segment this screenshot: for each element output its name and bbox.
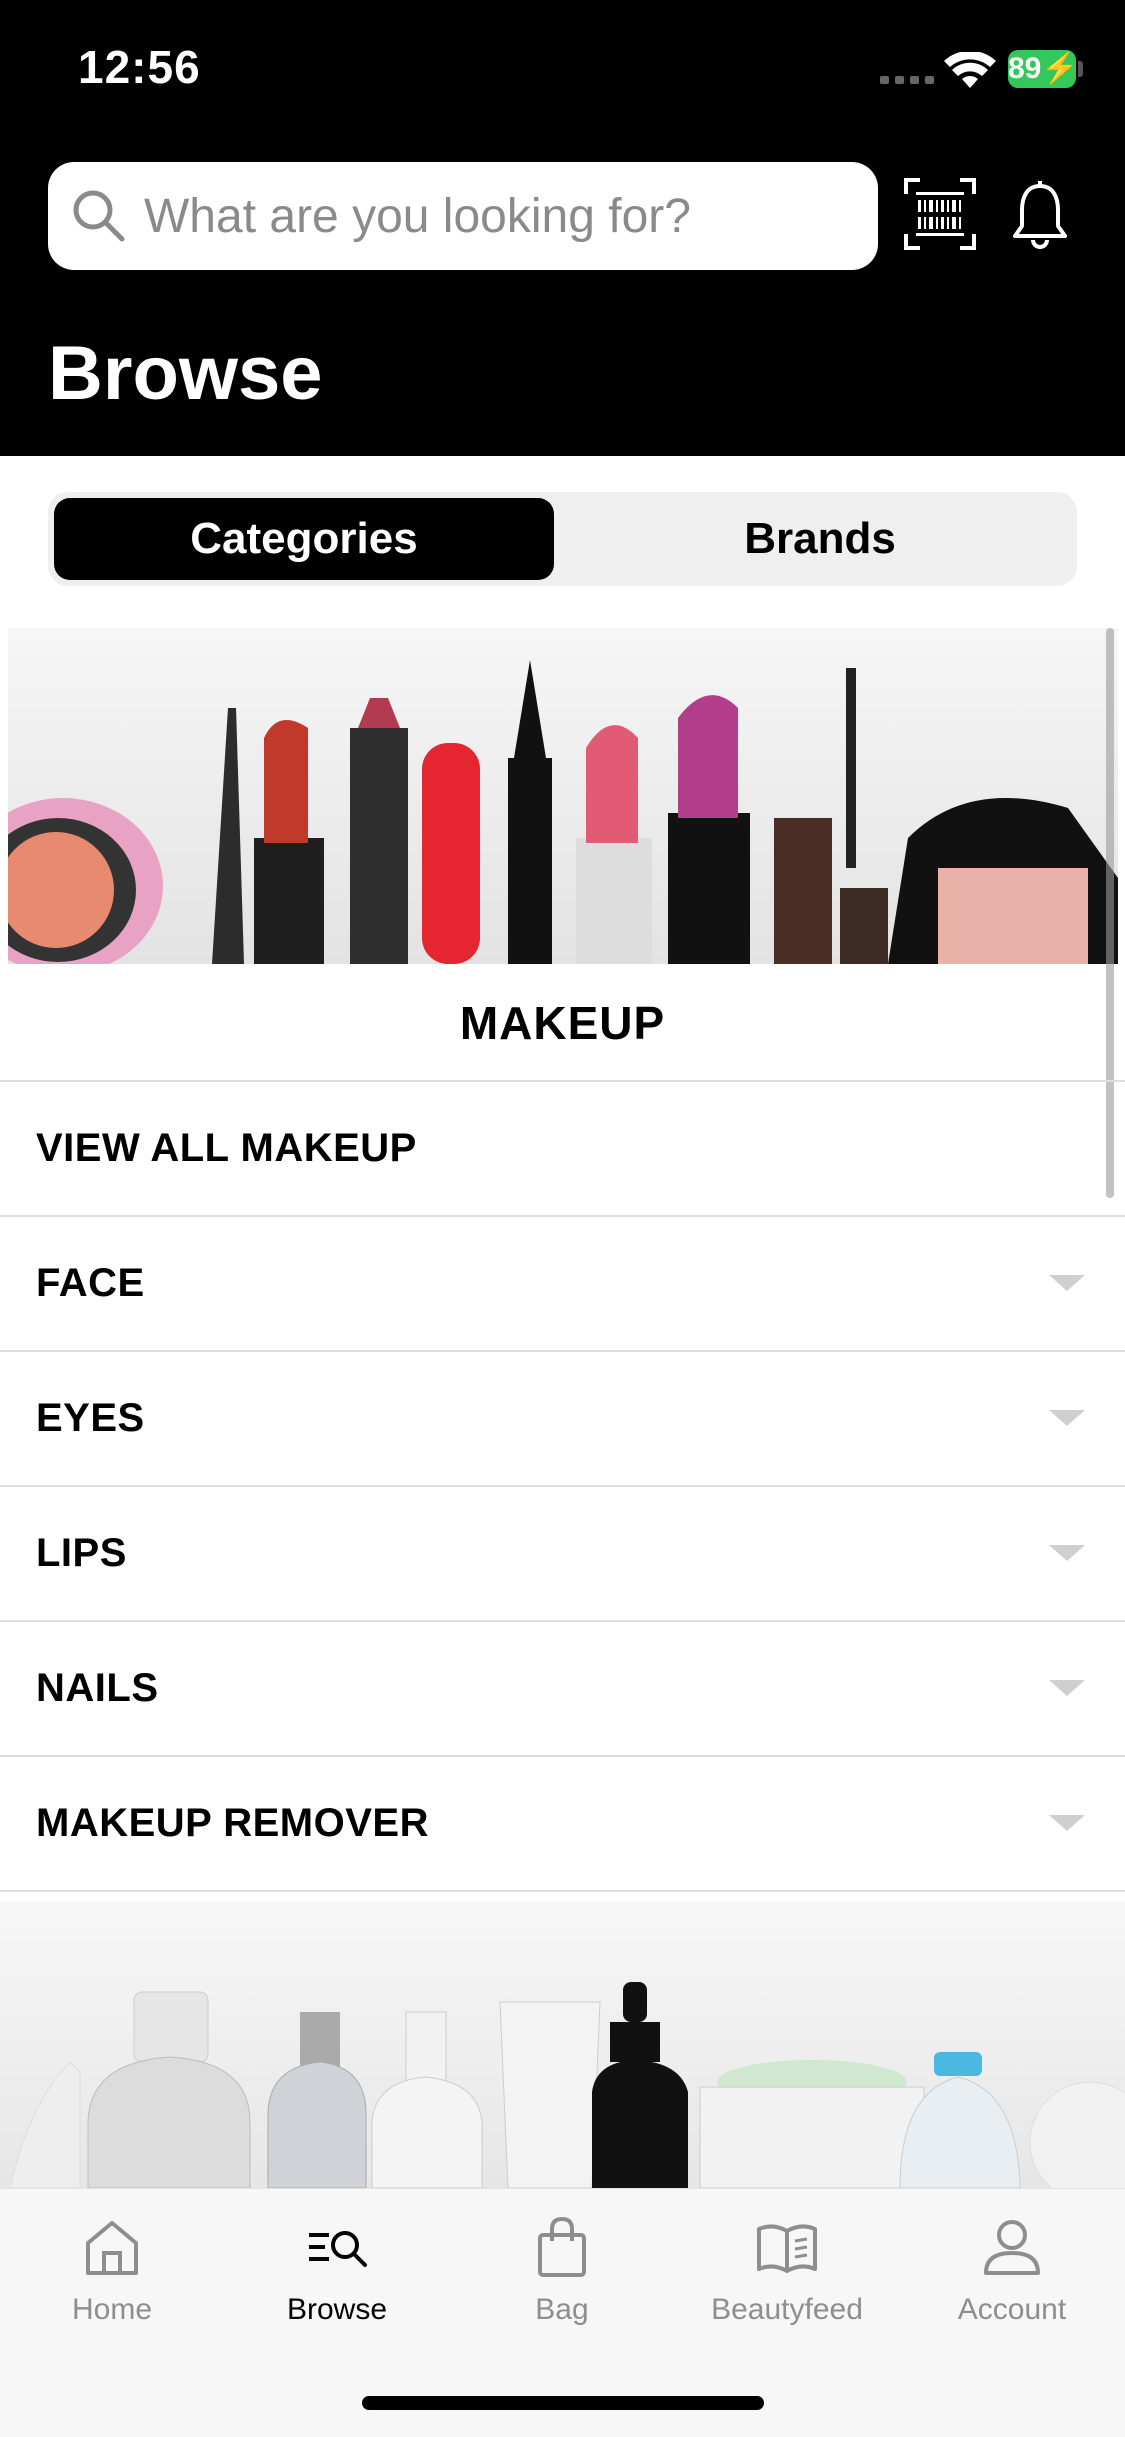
skincare-products-illustration (9, 1982, 1125, 2188)
list-item-label: NAILS (36, 1666, 159, 1710)
app-header: 12:56 89⚡ Browse (0, 0, 1125, 456)
makeup-products-illustration (8, 660, 1118, 964)
tab-bag[interactable]: Bag (462, 2215, 662, 2355)
segmented-control: Categories Brands (48, 492, 1077, 586)
home-indicator[interactable] (362, 2396, 764, 2410)
list-item-lips[interactable]: LIPS (0, 1487, 1125, 1622)
cellular-signal-icon (880, 76, 936, 84)
list-item-label: EYES (36, 1396, 145, 1440)
list-item-face[interactable]: FACE (0, 1217, 1125, 1352)
search-input[interactable] (144, 162, 844, 270)
tab-brands[interactable]: Brands (570, 498, 1070, 580)
list-item-label: MAKEUP REMOVER (36, 1801, 429, 1845)
tab-label: Bag (535, 2293, 589, 2326)
home-icon (86, 2221, 138, 2275)
tab-categories[interactable]: Categories (54, 498, 554, 580)
battery-level: 89 (1008, 52, 1042, 85)
bag-icon (538, 2216, 586, 2277)
chevron-down-icon (1049, 1680, 1085, 1696)
list-item-label: FACE (36, 1261, 145, 1305)
chevron-down-icon (1049, 1275, 1085, 1291)
list-item-label: VIEW ALL MAKEUP (36, 1126, 417, 1170)
tab-account[interactable]: Account (912, 2215, 1112, 2355)
barcode-icon[interactable] (904, 178, 976, 250)
chevron-down-icon (1049, 1410, 1085, 1426)
tab-home[interactable]: Home (12, 2215, 212, 2355)
status-time: 12:56 (78, 41, 201, 93)
list-item-eyes[interactable]: EYES (0, 1352, 1125, 1487)
wifi-icon (944, 52, 996, 88)
tab-label: Account (957, 2293, 1067, 2326)
tab-beautyfeed[interactable]: Beautyfeed (687, 2215, 887, 2355)
section-title: MAKEUP (0, 964, 1125, 1082)
list-item-view-all-makeup[interactable]: VIEW ALL MAKEUP (0, 1082, 1125, 1217)
skincare-banner-image[interactable] (0, 1902, 1125, 2188)
tab-label: Browse (286, 2293, 388, 2326)
chevron-down-icon (1049, 1815, 1085, 1831)
tab-label: Home (71, 2293, 153, 2326)
tab-browse[interactable]: Browse (237, 2215, 437, 2355)
search-bar[interactable] (48, 162, 878, 270)
chevron-down-icon (1049, 1545, 1085, 1561)
list-item-nails[interactable]: NAILS (0, 1622, 1125, 1757)
page-title: Browse (48, 331, 323, 416)
tab-label: Beautyfeed (711, 2293, 863, 2326)
battery-tip (1078, 61, 1083, 77)
account-icon (984, 2220, 1040, 2275)
book-icon (757, 2224, 817, 2273)
battery-indicator: 89⚡ (1008, 50, 1079, 88)
list-item-label: LIPS (36, 1531, 127, 1575)
browse-icon (309, 2231, 367, 2267)
search-icon (73, 190, 125, 242)
makeup-banner-image[interactable] (8, 628, 1118, 964)
list-item-makeup-remover[interactable]: MAKEUP REMOVER (0, 1757, 1125, 1892)
bell-icon[interactable] (1010, 180, 1070, 252)
